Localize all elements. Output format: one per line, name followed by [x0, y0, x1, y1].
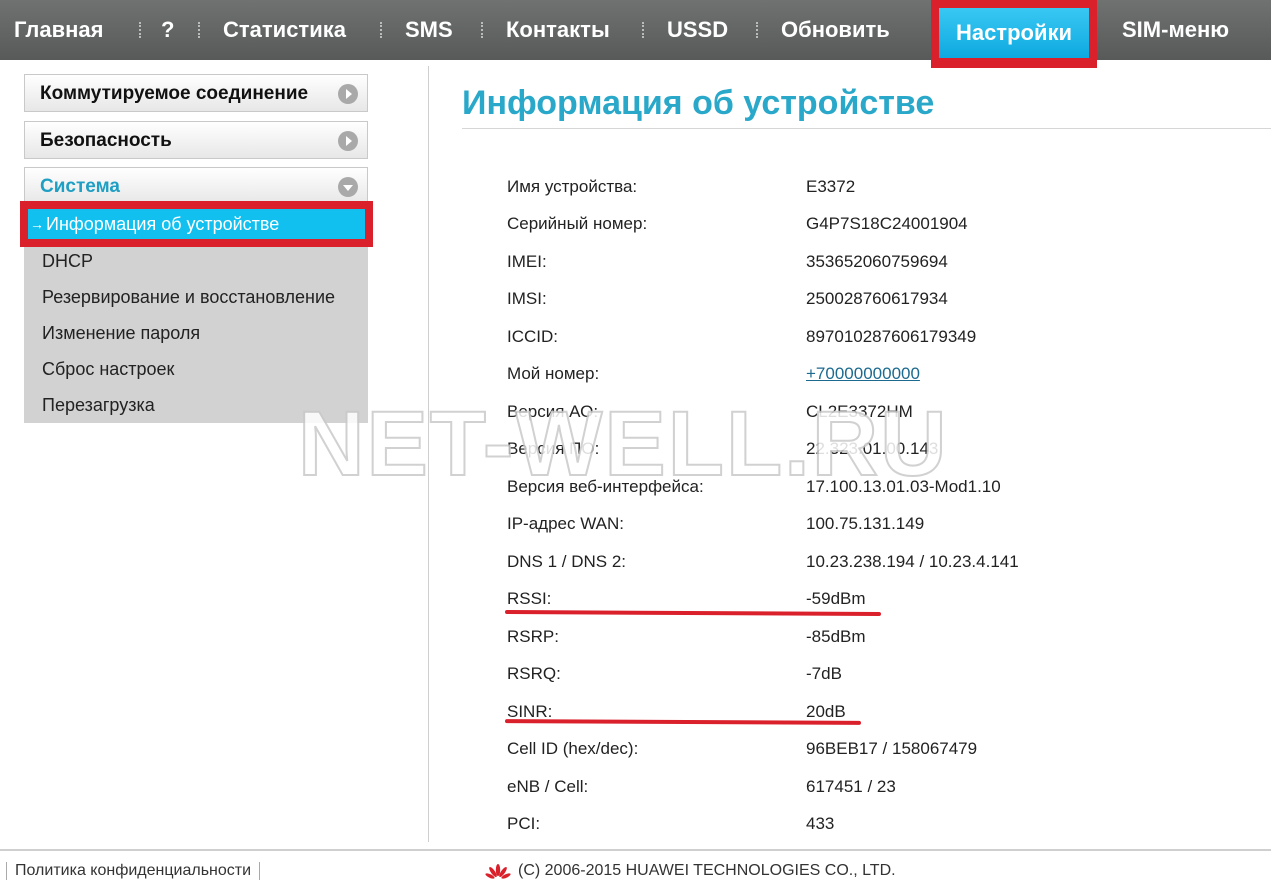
- huawei-logo-icon: [485, 864, 511, 879]
- nav-statistics[interactable]: Статистика: [223, 0, 346, 60]
- info-value: 617451 / 23: [806, 777, 896, 796]
- chevron-right-icon: [338, 131, 358, 151]
- nav-separator: [139, 22, 143, 38]
- submenu-item-reboot[interactable]: Перезагрузка: [42, 395, 155, 416]
- info-value: -59dBm: [806, 589, 866, 608]
- nav-update[interactable]: Обновить: [781, 0, 890, 60]
- info-value: -85dBm: [806, 627, 866, 646]
- info-label: ICCID:: [507, 327, 558, 346]
- nav-separator: [756, 22, 760, 38]
- submenu-item-dhcp[interactable]: DHCP: [42, 251, 93, 272]
- info-value: 100.75.131.149: [806, 514, 925, 533]
- info-value: 20dB: [806, 702, 846, 721]
- info-label: PCI:: [507, 814, 541, 833]
- nav-settings-highlight: Настройки: [931, 0, 1097, 68]
- divider: [0, 849, 1271, 851]
- submenu-item-change-password[interactable]: Изменение пароля: [42, 323, 200, 344]
- submenu-item-backup[interactable]: Резервирование и восстановление: [42, 287, 335, 308]
- nav-contacts[interactable]: Контакты: [506, 0, 610, 60]
- info-label: RSSI:: [507, 589, 552, 608]
- nav-separator: [481, 22, 485, 38]
- nav-ussd[interactable]: USSD: [667, 0, 728, 60]
- info-label: Серийный номер:: [507, 214, 648, 233]
- chevron-right-icon: [338, 84, 358, 104]
- nav-separator: [380, 22, 384, 38]
- sidebar-section-label: Коммутируемое соединение: [40, 83, 309, 104]
- sidebar-section-security[interactable]: Безопасность: [24, 121, 368, 159]
- nav-sms[interactable]: SMS: [405, 0, 453, 60]
- sidebar-section-label: Система: [40, 176, 120, 197]
- privacy-policy-link[interactable]: Политика конфиденциальности: [6, 862, 261, 880]
- submenu-device-info-highlight: Информация об устройстве: [20, 201, 373, 247]
- nav-help[interactable]: ?: [161, 0, 174, 60]
- info-value: 96BEB17 / 158067479: [806, 739, 978, 758]
- info-label: Cell ID (hex/dec):: [507, 739, 639, 758]
- nav-home[interactable]: Главная: [14, 0, 103, 60]
- submenu-item-device-info[interactable]: Информация об устройстве: [28, 209, 365, 239]
- sidebar-section-dialup[interactable]: Коммутируемое соединение: [24, 74, 368, 112]
- watermark: NET-WELL.RU: [297, 392, 949, 496]
- divider: [462, 128, 1271, 129]
- sidebar-section-label: Безопасность: [40, 130, 172, 151]
- info-value: 250028760617934: [806, 289, 948, 308]
- info-label: IMSI:: [507, 289, 547, 308]
- submenu-item-reset[interactable]: Сброс настроек: [42, 359, 174, 380]
- info-value: 353652060759694: [806, 252, 948, 271]
- info-value: 433: [806, 814, 835, 833]
- info-label: eNB / Cell:: [507, 777, 589, 796]
- info-label: RSRQ:: [507, 664, 561, 683]
- info-value: 10.23.238.194 / 10.23.4.141: [806, 552, 1019, 571]
- info-label: Имя устройства:: [507, 177, 638, 196]
- nav-sim-menu[interactable]: SIM-меню: [1122, 0, 1229, 60]
- my-number-link[interactable]: +70000000000: [806, 364, 920, 384]
- info-label: Мой номер:: [507, 364, 600, 383]
- nav-separator: [198, 22, 202, 38]
- info-label: IMEI:: [507, 252, 547, 271]
- info-value: G4P7S18C24001904: [806, 214, 968, 233]
- page-title: Информация об устройстве: [462, 84, 935, 122]
- info-value: 897010287606179349: [806, 327, 977, 346]
- top-nav: Главная ? Статистика SMS Контакты USSD О…: [0, 0, 1271, 68]
- rssi-underline: [504, 610, 882, 616]
- sinr-underline: [504, 719, 862, 725]
- nav-separator: [642, 22, 646, 38]
- info-label: RSRP:: [507, 627, 559, 646]
- chevron-down-icon: [338, 177, 358, 197]
- info-value: E3372: [806, 177, 856, 196]
- info-label: IP-адрес WAN:: [507, 514, 624, 533]
- nav-settings[interactable]: Настройки: [939, 8, 1089, 58]
- sidebar-section-system[interactable]: Система: [24, 167, 368, 205]
- info-label: DNS 1 / DNS 2:: [507, 552, 627, 571]
- copyright-text: (C) 2006-2015 HUAWEI TECHNOLOGIES CO., L…: [518, 862, 896, 879]
- info-value: -7dB: [806, 664, 842, 683]
